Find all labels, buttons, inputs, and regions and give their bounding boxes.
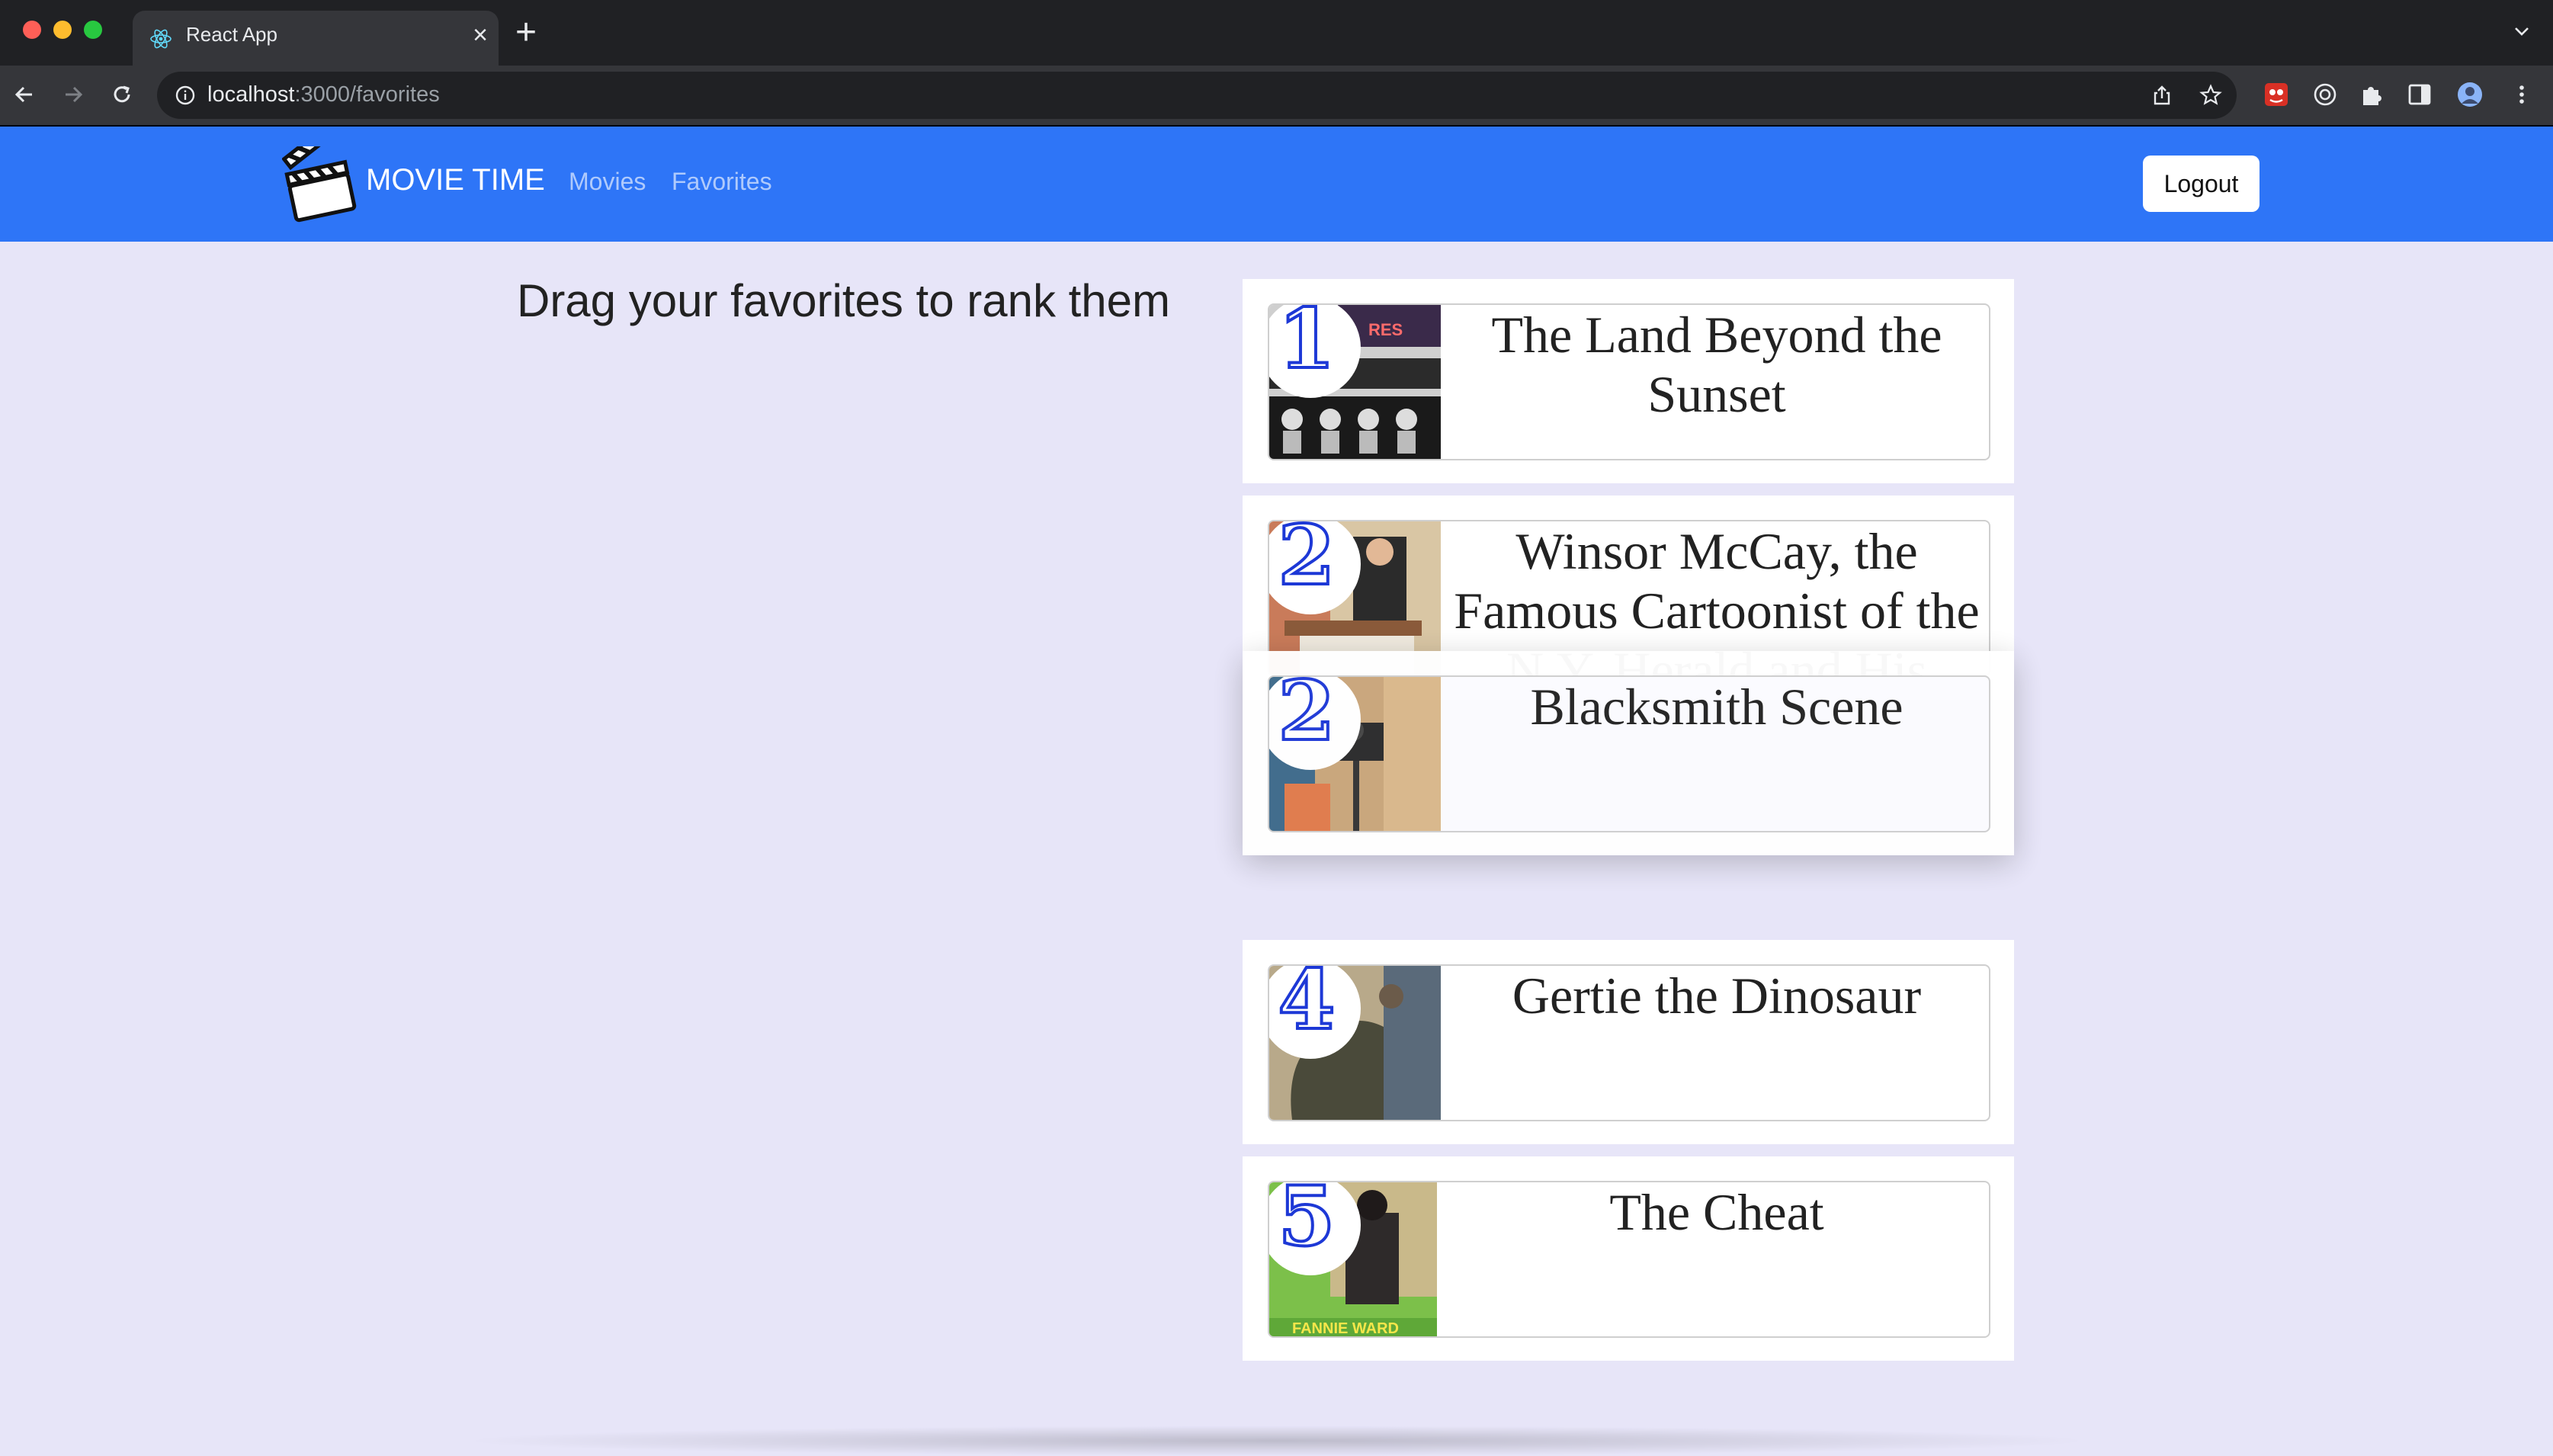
movie-title: Blacksmith Scene (1530, 678, 1904, 736)
minimize-window-button[interactable] (53, 21, 72, 39)
movie-poster: 2 (1269, 677, 1441, 831)
address-bar[interactable]: localhost:3000/favorites (157, 72, 2237, 119)
maximize-window-button[interactable] (84, 21, 102, 39)
site-info-icon[interactable] (174, 84, 197, 107)
favorite-card[interactable]: RES 1 The Land Beyond the Sunset (1243, 279, 2014, 483)
extensions-puzzle-icon[interactable] (2359, 81, 2386, 108)
browser-toolbar: localhost:3000/favorites (0, 66, 2553, 125)
tab-title: React App (186, 23, 277, 46)
movie-poster: RES 1 (1269, 305, 1441, 459)
movie-poster: FANNIE WARD 5 (1269, 1182, 1437, 1336)
favorite-card-inner: 4 Gertie the Dinosaur (1268, 964, 1990, 1121)
favorite-card-dragging[interactable]: 2 Blacksmith Scene (1243, 651, 2014, 855)
extension-red-icon[interactable] (2263, 81, 2290, 108)
new-tab-button[interactable]: + (515, 14, 537, 52)
react-icon (150, 29, 172, 49)
favorite-card-inner: 2 Blacksmith Scene (1268, 675, 1990, 832)
logout-button[interactable]: Logout (2143, 156, 2260, 212)
extension-target-icon[interactable] (2311, 81, 2339, 108)
favorite-card[interactable]: FANNIE WARD 5 The Cheat (1243, 1156, 2014, 1361)
movie-title: The Land Beyond the Sunset (1491, 306, 1942, 423)
tab-search-chevron-icon[interactable] (2510, 20, 2533, 43)
share-icon[interactable] (2150, 83, 2174, 107)
bookmark-star-icon[interactable] (2199, 83, 2223, 107)
brand-title[interactable]: MOVIE TIME (366, 163, 545, 197)
side-panel-icon[interactable] (2406, 81, 2433, 108)
page-bottom-shadow (457, 1426, 2096, 1456)
favorite-card-inner: RES 1 The Land Beyond the Sunset (1268, 303, 1990, 460)
favorite-card[interactable]: 4 Gertie the Dinosaur (1243, 940, 2014, 1144)
page-heading: Drag your favorites to rank them (517, 275, 1171, 326)
browser-titlebar: React App × + (0, 0, 2553, 66)
nav-link-movies[interactable]: Movies (569, 168, 646, 196)
app-navbar: MOVIE TIME Movies Favorites Logout (0, 127, 2553, 242)
browser-tab[interactable]: React App × (133, 11, 499, 66)
reload-icon[interactable] (108, 81, 136, 108)
profile-avatar-icon[interactable] (2456, 81, 2484, 108)
movie-poster: 4 (1269, 966, 1441, 1120)
forward-arrow-icon[interactable] (59, 81, 87, 108)
clapperboard-icon[interactable] (282, 146, 358, 223)
svg-text:RES: RES (1368, 320, 1403, 339)
close-window-button[interactable] (23, 21, 41, 39)
url-text: localhost:3000/favorites (207, 82, 440, 107)
browser-menu-icon[interactable] (2508, 81, 2535, 108)
favorite-card-inner: FANNIE WARD 5 The Cheat (1268, 1181, 1990, 1338)
tab-close-icon[interactable]: × (473, 20, 488, 50)
svg-text:FANNIE WARD: FANNIE WARD (1292, 1320, 1399, 1336)
back-arrow-icon[interactable] (11, 81, 38, 108)
movie-title: The Cheat (1609, 1183, 1824, 1241)
nav-link-favorites[interactable]: Favorites (672, 168, 772, 196)
movie-title: Gertie the Dinosaur (1512, 967, 1922, 1025)
